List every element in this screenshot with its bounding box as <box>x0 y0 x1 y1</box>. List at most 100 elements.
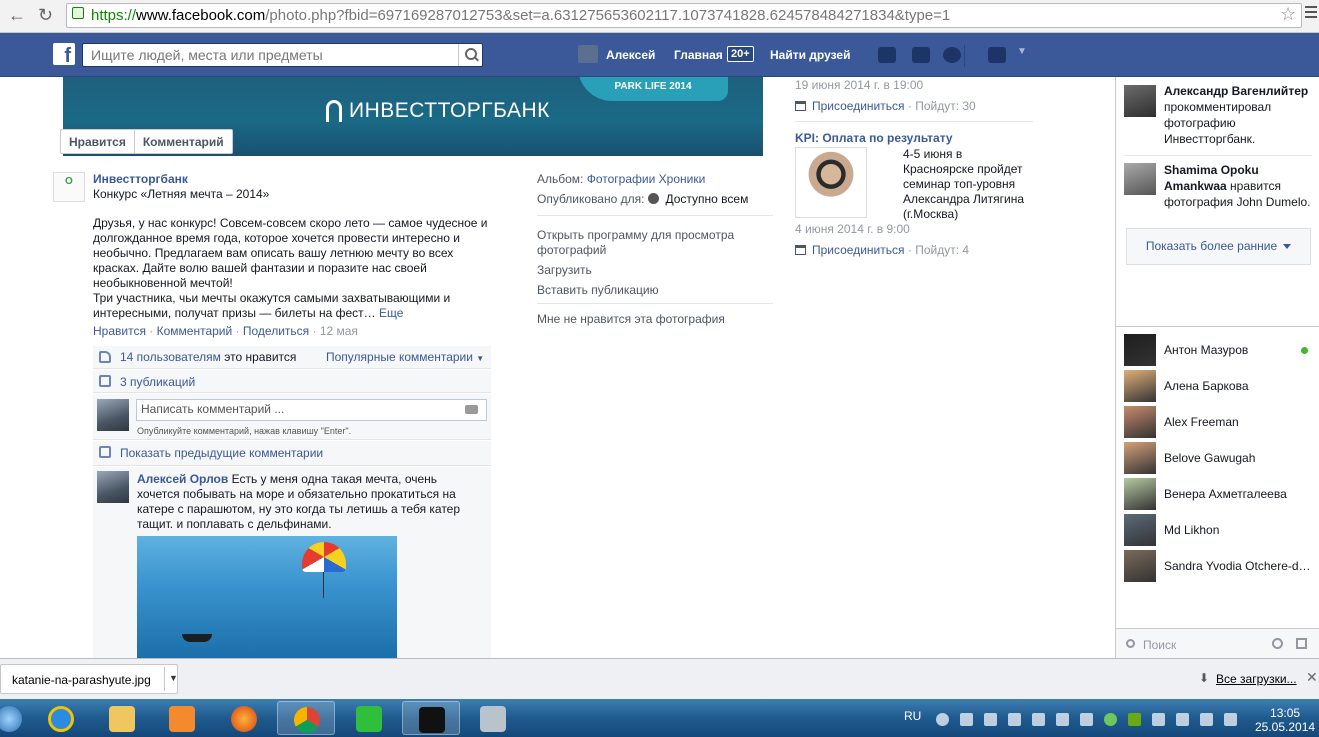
like-link[interactable]: Нравится <box>93 324 146 338</box>
chat-search[interactable]: Поиск <box>1116 628 1319 658</box>
app-w-icon[interactable] <box>402 701 460 735</box>
show-older-button[interactable]: Показать более ранние <box>1126 228 1311 265</box>
bluetooth-icon[interactable] <box>1176 713 1189 726</box>
ie-icon[interactable] <box>32 701 90 735</box>
contact-name: Sandra Yvodia Otchere-d… <box>1164 559 1311 573</box>
audience-value[interactable]: Доступно всем <box>665 192 748 206</box>
chrome-icon[interactable] <box>277 701 335 735</box>
comment-author[interactable]: Алексей Орлов <box>137 472 228 486</box>
comment-input[interactable]: Написать комментарий ... <box>136 399 487 421</box>
ticker-item[interactable]: Александр Вагенлийтер прокомментировал ф… <box>1124 83 1319 153</box>
bookmark-star-icon[interactable]: ☆ <box>1280 4 1296 25</box>
contact-avatar <box>1124 406 1156 438</box>
contact-avatar <box>1124 334 1156 366</box>
chevron-down-icon[interactable]: ▼ <box>164 667 178 691</box>
friend-requests-icon[interactable] <box>878 47 896 63</box>
nvidia-icon[interactable] <box>1128 713 1141 726</box>
app-a-icon[interactable] <box>340 701 398 735</box>
photo-comment-button[interactable]: Комментарий <box>133 130 232 153</box>
search-icon[interactable] <box>458 44 482 66</box>
chat-contact[interactable]: Антон Мазуров <box>1124 334 1314 366</box>
report-photo-link[interactable]: Мне не нравится эта фотография <box>537 312 725 326</box>
comment-link[interactable]: Комментарий <box>157 324 233 338</box>
comment-photo[interactable] <box>137 536 397 658</box>
chat-contact[interactable]: Алена Баркова <box>1124 370 1314 402</box>
comment-composer: Написать комментарий ... Опубликуйте ком… <box>93 394 491 440</box>
profile-link[interactable]: Алексей <box>606 48 655 62</box>
likers-link[interactable]: 14 пользователям <box>120 350 221 364</box>
media-player-icon[interactable] <box>153 701 211 735</box>
show-previous-comments-link[interactable]: Показать предыдущие комментарии <box>120 446 323 460</box>
explorer-icon[interactable] <box>93 701 151 735</box>
tray-icon[interactable] <box>936 713 949 726</box>
language-indicator[interactable]: RU <box>904 709 921 723</box>
join-event-link[interactable]: Присоединиться <box>812 243 905 257</box>
event-photo[interactable] <box>795 147 867 218</box>
camera-icon[interactable] <box>465 405 478 414</box>
page-avatar[interactable]: О <box>53 172 85 202</box>
join-event-link[interactable]: Присоединиться <box>812 99 905 113</box>
ticker-item[interactable]: Shamima Opoku Amankwaa нравится фотограф… <box>1124 162 1319 212</box>
calendar-icon <box>795 245 806 255</box>
share-link[interactable]: Поделиться <box>243 324 309 338</box>
chat-contact[interactable]: Belove Gawugah <box>1124 442 1314 474</box>
facebook-logo-icon[interactable]: f <box>53 43 75 65</box>
network-icon[interactable] <box>1200 713 1213 726</box>
chevron-down-icon[interactable]: ▼ <box>1017 46 1027 57</box>
address-bar[interactable]: https://www.facebook.com/photo.php?fbid=… <box>66 3 1302 28</box>
popular-comments-dropdown[interactable]: Популярные комментарии ▼ <box>326 350 484 364</box>
chat-contact[interactable]: Венера Ахметгалеева <box>1124 478 1314 510</box>
divider <box>1124 155 1312 156</box>
tray-icon[interactable] <box>984 713 997 726</box>
start-button[interactable] <box>0 701 22 735</box>
open-viewer-link[interactable]: Открыть программу для просмотра фотограф… <box>537 228 757 258</box>
tray-icon[interactable] <box>1008 713 1021 726</box>
all-downloads-link[interactable]: Все загрузки... <box>1216 672 1297 686</box>
sound-icon[interactable] <box>1152 713 1165 726</box>
tray-icon[interactable] <box>1104 713 1117 726</box>
clock-time: 13:05 <box>1270 706 1301 720</box>
see-more-link[interactable]: Еще <box>379 306 403 320</box>
commenter-avatar[interactable] <box>97 471 129 503</box>
compose-icon[interactable] <box>1296 638 1307 649</box>
chat-contact[interactable]: Sandra Yvodia Otchere-d… <box>1124 550 1314 582</box>
contact-avatar <box>1124 370 1156 402</box>
back-icon[interactable]: ← <box>8 5 26 26</box>
post-date[interactable]: 12 мая <box>320 324 358 338</box>
lock-icon <box>72 7 84 19</box>
firefox-icon[interactable] <box>215 701 273 735</box>
going-count: · Пойдут: 4 <box>907 243 970 257</box>
home-badge: 20+ <box>727 46 754 62</box>
contact-name: Belove Gawugah <box>1164 451 1256 465</box>
volume-icon[interactable] <box>1056 713 1069 726</box>
tray-icon[interactable] <box>1032 713 1045 726</box>
browser-toolbar: ← ↻ https://www.facebook.com/photo.php?f… <box>0 0 1319 33</box>
event-title[interactable]: KPI: Оплата по результату <box>795 131 953 145</box>
privacy-icon[interactable] <box>988 47 1006 63</box>
clock[interactable]: 13:05 25.05.2014 <box>1255 706 1315 734</box>
home-link[interactable]: Главная <box>674 48 723 62</box>
close-icon[interactable]: ✕ <box>1306 669 1318 686</box>
shares-link[interactable]: 3 публикаций <box>120 375 195 389</box>
post-author[interactable]: Инвестторгбанк <box>93 172 188 186</box>
menu-icon[interactable] <box>1305 6 1317 21</box>
embed-link[interactable]: Вставить публикацию <box>537 283 659 297</box>
photo-like-button[interactable]: Нравится <box>61 130 134 153</box>
globe-icon[interactable] <box>648 193 660 204</box>
album-link[interactable]: Фотографии Хроники <box>587 172 706 186</box>
user-avatar[interactable] <box>578 45 598 63</box>
download-link[interactable]: Загрузить <box>537 263 592 277</box>
messages-icon[interactable] <box>912 47 930 63</box>
find-friends-link[interactable]: Найти друзей <box>770 48 850 62</box>
gear-icon[interactable] <box>1272 638 1283 649</box>
camera-app-icon[interactable] <box>464 701 522 735</box>
tray-icon[interactable] <box>1080 713 1093 726</box>
action-center-icon[interactable] <box>1224 713 1237 726</box>
reload-icon[interactable]: ↻ <box>38 5 53 26</box>
notifications-icon[interactable] <box>943 47 961 63</box>
search-input[interactable]: Ищите людей, места или предметы <box>82 43 483 67</box>
tray-icon[interactable] <box>960 713 973 726</box>
download-item[interactable]: katanie-na-parashyute.jpg ▼ <box>0 664 178 694</box>
chat-contact[interactable]: Alex Freeman <box>1124 406 1314 438</box>
chat-contact[interactable]: Md Likhon <box>1124 514 1314 546</box>
